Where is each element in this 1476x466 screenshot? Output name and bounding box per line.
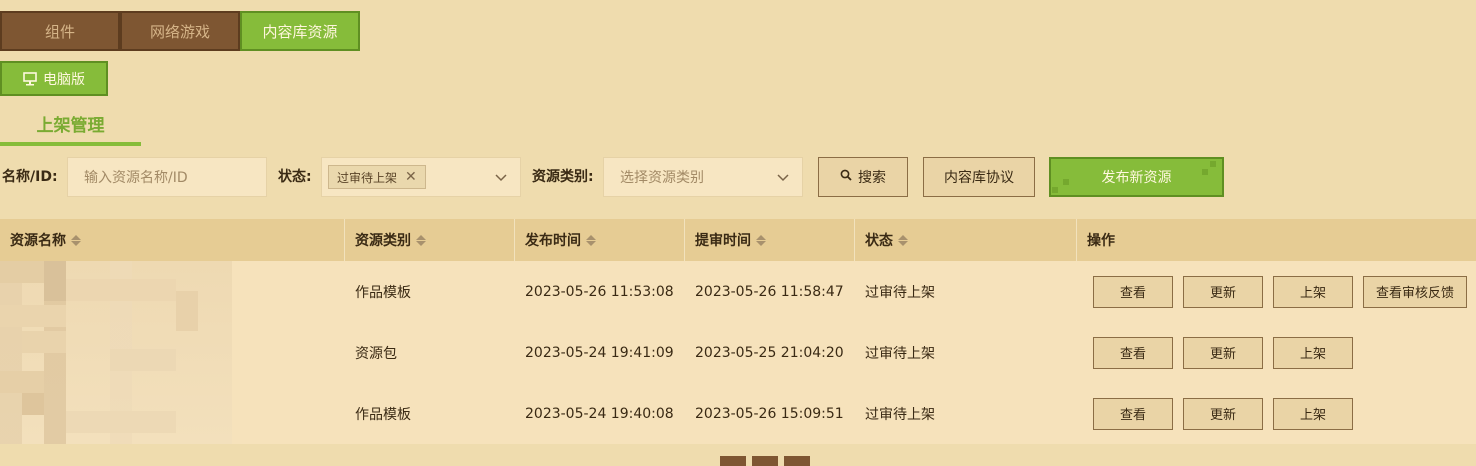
monitor-icon bbox=[23, 71, 37, 86]
review-time-cell: 2023-05-25 21:04:20 bbox=[695, 344, 844, 361]
status-tag-label: 过审待上架 bbox=[337, 170, 398, 185]
pixel-decoration bbox=[1052, 187, 1058, 193]
page-button[interactable] bbox=[784, 456, 810, 466]
close-icon[interactable]: ✕ bbox=[405, 169, 417, 185]
pixel-decoration bbox=[1202, 169, 1208, 175]
category-placeholder: 选择资源类别 bbox=[620, 170, 704, 186]
review-time-cell: 2023-05-26 15:09:51 bbox=[695, 405, 844, 422]
publish-new-resource-button[interactable]: 发布新资源 bbox=[1049, 157, 1224, 197]
search-button[interactable]: 搜索 bbox=[818, 157, 908, 197]
pixel-decoration bbox=[1210, 161, 1216, 167]
tab-content-library[interactable]: 内容库资源 bbox=[240, 11, 360, 51]
pagination bbox=[720, 456, 810, 466]
name-id-input[interactable]: 输入资源名称/ID bbox=[67, 157, 267, 197]
chevron-down-icon bbox=[776, 170, 790, 184]
actions-cell: 查看 更新 上架 bbox=[1077, 397, 1353, 430]
tab-online-games[interactable]: 网络游戏 bbox=[120, 11, 240, 51]
column-header-publish-time[interactable]: 发布时间 bbox=[515, 219, 685, 261]
category-cell: 作品模板 bbox=[355, 284, 411, 301]
actions-cell: 查看 更新 上架 查看审核反馈 bbox=[1077, 275, 1467, 308]
resource-table: 资源名称 资源类别 发布时间 提审时间 状态 操作 作品模板 2023-05-2… bbox=[0, 219, 1476, 444]
search-label: 搜索 bbox=[858, 170, 886, 186]
status-cell: 过审待上架 bbox=[865, 406, 935, 423]
view-button[interactable]: 查看 bbox=[1093, 336, 1173, 369]
category-select[interactable]: 选择资源类别 bbox=[603, 157, 803, 197]
review-time-cell: 2023-05-26 11:58:47 bbox=[695, 283, 844, 300]
sort-icon[interactable] bbox=[586, 234, 596, 246]
section-title-listing-management[interactable]: 上架管理 bbox=[0, 113, 141, 146]
column-header-status[interactable]: 状态 bbox=[855, 219, 1077, 261]
name-id-label: 名称/ID: bbox=[2, 169, 58, 185]
column-header-actions: 操作 bbox=[1087, 233, 1115, 249]
sort-icon[interactable] bbox=[756, 234, 766, 246]
pc-edition-button[interactable]: 电脑版 bbox=[0, 61, 108, 96]
redacted-name-area bbox=[0, 261, 232, 444]
update-button[interactable]: 更新 bbox=[1183, 336, 1263, 369]
name-id-placeholder: 输入资源名称/ID bbox=[84, 170, 188, 186]
page-button[interactable] bbox=[720, 456, 746, 466]
sort-icon[interactable] bbox=[416, 234, 426, 246]
category-label: 资源类别: bbox=[532, 169, 594, 185]
pc-edition-label: 电脑版 bbox=[43, 71, 85, 88]
chevron-down-icon bbox=[494, 170, 508, 184]
status-cell: 过审待上架 bbox=[865, 284, 935, 301]
publish-label: 发布新资源 bbox=[1101, 170, 1172, 186]
view-button[interactable]: 查看 bbox=[1093, 275, 1173, 308]
publish-time-cell: 2023-05-24 19:41:09 bbox=[525, 344, 674, 361]
column-header-name[interactable]: 资源名称 bbox=[0, 219, 345, 261]
top-tabs: 组件 网络游戏 内容库资源 bbox=[0, 11, 360, 51]
column-header-review-time[interactable]: 提审时间 bbox=[685, 219, 855, 261]
status-cell: 过审待上架 bbox=[865, 345, 935, 362]
column-header-category[interactable]: 资源类别 bbox=[345, 219, 515, 261]
list-button[interactable]: 上架 bbox=[1273, 275, 1353, 308]
pixel-decoration bbox=[1063, 179, 1069, 185]
agreement-button[interactable]: 内容库协议 bbox=[923, 157, 1035, 197]
status-tag: 过审待上架 ✕ bbox=[328, 165, 426, 189]
tab-components[interactable]: 组件 bbox=[0, 11, 120, 51]
filter-bar: 名称/ID: 输入资源名称/ID 状态: 过审待上架 ✕ 资源类别: 选择资源类… bbox=[0, 157, 1476, 197]
category-cell: 作品模板 bbox=[355, 406, 411, 423]
list-button[interactable]: 上架 bbox=[1273, 336, 1353, 369]
table-header: 资源名称 资源类别 发布时间 提审时间 状态 操作 bbox=[0, 219, 1476, 261]
sort-icon[interactable] bbox=[71, 234, 81, 246]
list-button[interactable]: 上架 bbox=[1273, 397, 1353, 430]
status-select[interactable]: 过审待上架 ✕ bbox=[321, 157, 521, 197]
sort-icon[interactable] bbox=[898, 234, 908, 246]
category-cell: 资源包 bbox=[355, 345, 397, 362]
status-label: 状态: bbox=[278, 169, 312, 185]
search-icon bbox=[840, 169, 852, 185]
actions-cell: 查看 更新 上架 bbox=[1077, 336, 1353, 369]
update-button[interactable]: 更新 bbox=[1183, 397, 1263, 430]
page-button[interactable] bbox=[752, 456, 778, 466]
update-button[interactable]: 更新 bbox=[1183, 275, 1263, 308]
publish-time-cell: 2023-05-24 19:40:08 bbox=[525, 405, 674, 422]
view-button[interactable]: 查看 bbox=[1093, 397, 1173, 430]
publish-time-cell: 2023-05-26 11:53:08 bbox=[525, 283, 674, 300]
review-feedback-button[interactable]: 查看审核反馈 bbox=[1363, 275, 1467, 308]
